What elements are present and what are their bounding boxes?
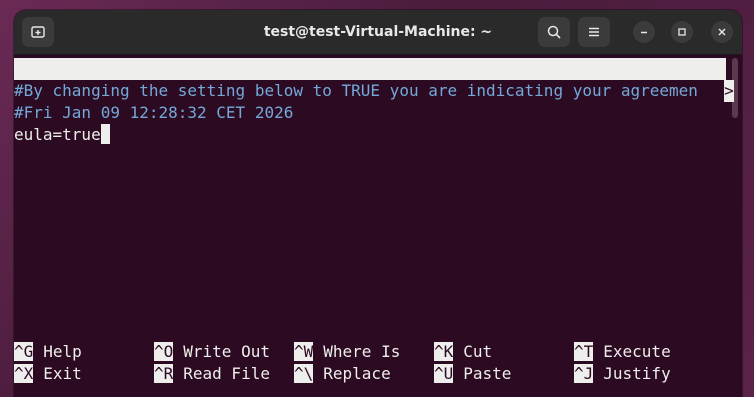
shortcut-key: ^X xyxy=(14,364,34,383)
shortcut-execute[interactable]: ^T Execute xyxy=(574,341,671,363)
file-line-2[interactable]: #Fri Jan 09 12:28:32 CET 2026 xyxy=(14,102,293,124)
nano-header-bar: GNU nano 7.2 eula.txt * xyxy=(14,58,726,122)
line-overflow-marker: > xyxy=(724,80,734,102)
file-line-1[interactable]: #By changing the setting below to TRUE y… xyxy=(14,80,698,102)
shortcut-key: ^O xyxy=(154,342,174,361)
menu-button[interactable] xyxy=(578,17,610,47)
file-line-3-text: eula=true xyxy=(14,125,101,144)
minimize-icon xyxy=(641,31,647,34)
shortcut-exit[interactable]: ^X Exit xyxy=(14,363,82,385)
shortcut-label: Read File xyxy=(183,364,270,383)
file-line-3[interactable]: eula=true xyxy=(14,124,110,146)
shortcut-label: Paste xyxy=(463,364,512,383)
shortcut-where-is[interactable]: ^W Where Is xyxy=(294,341,400,363)
search-button[interactable] xyxy=(538,17,570,47)
shortcut-label: Exit xyxy=(43,364,82,383)
search-icon xyxy=(547,25,561,39)
shortcut-label: Replace xyxy=(323,364,391,383)
maximize-button[interactable] xyxy=(671,21,693,43)
shortcut-label: Write Out xyxy=(183,342,270,361)
shortcut-label: Execute xyxy=(603,342,671,361)
shortcut-key: ^W xyxy=(294,342,314,361)
shortcut-label: Justify xyxy=(603,364,671,383)
shortcut-key: ^U xyxy=(434,364,454,383)
close-icon xyxy=(718,28,726,36)
shortcut-key: ^J xyxy=(574,364,594,383)
terminal-content[interactable]: GNU nano 7.2 eula.txt * #By changing the… xyxy=(14,55,742,397)
shortcut-justify[interactable]: ^J Justify xyxy=(574,363,671,385)
shortcut-read-file[interactable]: ^R Read File xyxy=(154,363,270,385)
shortcut-key: ^R xyxy=(154,364,174,383)
shortcut-key: ^G xyxy=(14,342,34,361)
minimize-button[interactable] xyxy=(633,21,655,43)
shortcut-label: Where Is xyxy=(323,342,401,361)
shortcut-paste[interactable]: ^U Paste xyxy=(434,363,511,385)
hamburger-menu-icon xyxy=(589,27,599,37)
shortcut-key: ^\ xyxy=(294,364,314,383)
shortcut-key: ^T xyxy=(574,342,594,361)
title-bar[interactable]: test@test-Virtual-Machine: ~ xyxy=(14,10,742,55)
shortcut-key: ^K xyxy=(434,342,454,361)
shortcut-replace[interactable]: ^\ Replace xyxy=(294,363,391,385)
maximize-icon xyxy=(678,28,686,36)
shortcut-label: Cut xyxy=(463,342,493,361)
text-cursor xyxy=(100,124,110,144)
shortcut-label: Help xyxy=(43,342,82,361)
shortcut-help[interactable]: ^G Help xyxy=(14,341,82,363)
shortcut-cut[interactable]: ^K Cut xyxy=(434,341,492,363)
terminal-window: test@test-Virtual-Machine: ~ GNU nano 7.… xyxy=(14,10,742,397)
nano-filename: eula.txt * xyxy=(352,103,449,122)
close-button[interactable] xyxy=(711,21,733,43)
shortcut-write-out[interactable]: ^O Write Out xyxy=(154,341,270,363)
